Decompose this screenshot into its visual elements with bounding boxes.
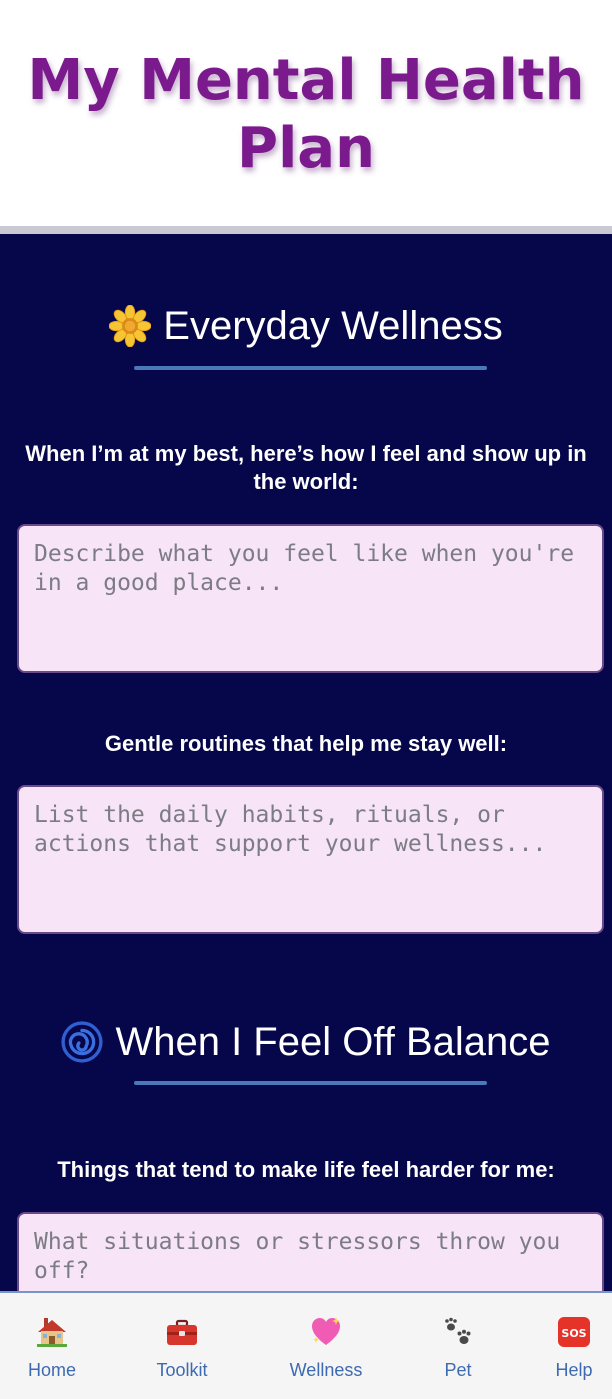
header: My Mental Health Plan bbox=[0, 0, 612, 226]
sunflower-icon bbox=[109, 305, 152, 347]
section-title-text: Everyday Wellness bbox=[163, 304, 503, 348]
page-title: My Mental Health Plan bbox=[27, 48, 585, 181]
paw-prints-icon bbox=[445, 1317, 471, 1344]
nav-label: Help bbox=[555, 1360, 593, 1380]
toolbox-icon bbox=[167, 1319, 197, 1345]
cyclone-icon bbox=[61, 1021, 104, 1063]
sparkling-heart-icon bbox=[312, 1317, 340, 1345]
nav-label: Pet bbox=[444, 1360, 472, 1380]
nav-item-help[interactable]: SOS Help bbox=[546, 1293, 602, 1399]
bottom-nav: Home Toolkit Wellness Pet SOS Help bbox=[0, 1291, 612, 1399]
section-title-everyday-wellness: Everyday Wellness bbox=[0, 302, 612, 350]
header-divider bbox=[0, 226, 612, 234]
stressors-textarea[interactable] bbox=[17, 1212, 604, 1294]
field-label-at-my-best: When I’m at my best, here’s how I feel a… bbox=[25, 441, 587, 494]
nav-item-wellness[interactable]: Wellness bbox=[286, 1293, 366, 1399]
nav-label: Home bbox=[27, 1360, 76, 1380]
nav-label: Toolkit bbox=[156, 1360, 208, 1380]
nav-item-toolkit[interactable]: Toolkit bbox=[152, 1293, 212, 1399]
house-icon bbox=[37, 1318, 67, 1347]
at-my-best-textarea[interactable] bbox=[17, 524, 604, 673]
gentle-routines-textarea[interactable] bbox=[17, 785, 604, 934]
sos-icon: SOS bbox=[558, 1317, 590, 1347]
field-label-life-harder: Things that tend to make life feel harde… bbox=[57, 1157, 555, 1182]
section-divider bbox=[134, 1081, 487, 1085]
field-label-gentle-routines: Gentle routines that help me stay well: bbox=[104, 731, 508, 756]
section-divider bbox=[134, 366, 487, 370]
main-content[interactable]: Everyday Wellness When I’m at my best, h… bbox=[0, 234, 612, 1294]
section-title-off-balance: When I Feel Off Balance bbox=[0, 1018, 612, 1066]
app-screen: My Mental Health Plan Everyday Wellness … bbox=[0, 0, 612, 1399]
svg-text:SOS: SOS bbox=[561, 1327, 586, 1340]
nav-item-home[interactable]: Home bbox=[22, 1293, 82, 1399]
nav-item-pet[interactable]: Pet bbox=[428, 1293, 488, 1399]
nav-label: Wellness bbox=[289, 1360, 363, 1380]
section-title-text: When I Feel Off Balance bbox=[115, 1020, 551, 1064]
